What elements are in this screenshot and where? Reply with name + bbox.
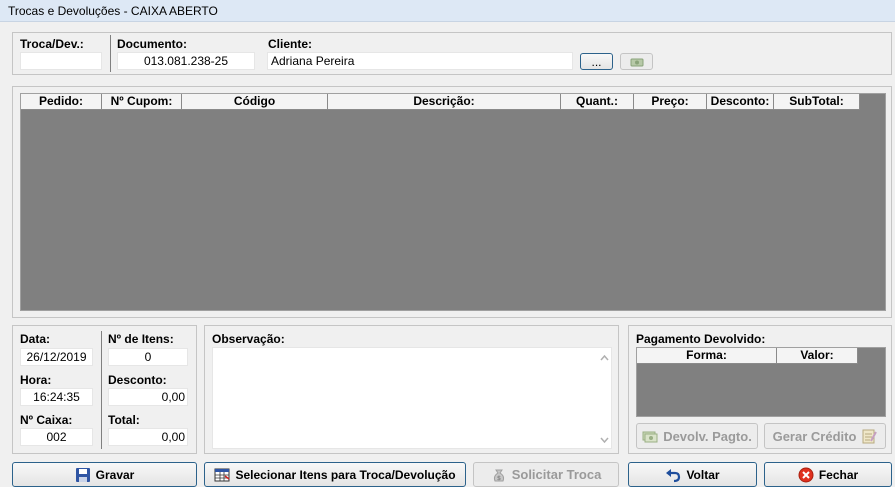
title-bar: Trocas e Devoluções - CAIXA ABERTO — [0, 0, 895, 22]
close-icon — [798, 467, 814, 483]
client-card-icon — [629, 54, 645, 70]
devolver-pagamento-label: Devolv. Pagto. — [663, 428, 752, 444]
header-divider — [110, 35, 111, 72]
troca-label: Troca/Dev.: — [20, 37, 84, 51]
observacao-scrollbar[interactable] — [598, 348, 611, 448]
itens-field: 0 — [108, 348, 188, 366]
pagamento-panel: Pagamento Devolvido: Forma: Valor: Devol… — [628, 325, 892, 454]
pagamento-grid-header: Forma: Valor: — [637, 348, 858, 364]
cliente-label: Cliente: — [268, 37, 313, 51]
caixa-label: Nº Caixa: — [20, 413, 73, 427]
column-subtotal[interactable]: SubTotal: — [774, 94, 860, 110]
gravar-label: Gravar — [95, 467, 135, 482]
items-grid[interactable]: Pedido: Nº Cupom: Código Descrição: Quan… — [20, 93, 886, 311]
documento-field[interactable]: 013.081.238-25 — [117, 52, 255, 70]
column-quantidade[interactable]: Quant.: — [561, 94, 634, 110]
summary-divider — [101, 331, 102, 449]
desconto-label: Desconto: — [108, 373, 167, 387]
itens-label: Nº de Itens: — [108, 332, 174, 346]
caixa-field: 002 — [20, 428, 93, 446]
documento-label: Documento: — [117, 37, 187, 51]
pagamento-label: Pagamento Devolvido: — [636, 332, 766, 346]
hora-field: 16:24:35 — [20, 388, 93, 406]
voltar-button[interactable]: Voltar — [628, 462, 757, 487]
fechar-button[interactable]: Fechar — [764, 462, 892, 487]
selecionar-itens-button[interactable]: Selecionar Itens para Troca/Devolução — [204, 462, 466, 487]
window-title: Trocas e Devoluções - CAIXA ABERTO — [8, 4, 218, 18]
solicitar-troca-label: Solicitar Troca — [511, 467, 602, 482]
save-icon — [75, 467, 91, 483]
table-icon — [214, 467, 230, 483]
gerar-credito-button[interactable]: Gerar Crédito — [764, 423, 886, 449]
column-pedido[interactable]: Pedido: — [21, 94, 102, 110]
selecionar-itens-label: Selecionar Itens para Troca/Devolução — [235, 467, 456, 482]
column-descricao[interactable]: Descrição: — [328, 94, 561, 110]
cliente-field[interactable]: Adriana Pereira — [267, 52, 573, 70]
money-bag-icon: $ — [491, 467, 507, 483]
undo-arrow-icon — [665, 467, 681, 483]
header-panel: Troca/Dev.: Documento: 013.081.238-25 Cl… — [12, 32, 892, 75]
column-desconto[interactable]: Desconto: — [707, 94, 774, 110]
items-grid-header: Pedido: Nº Cupom: Código Descrição: Quan… — [21, 94, 860, 110]
client-details-button[interactable] — [620, 53, 653, 70]
browse-label: ... — [591, 54, 602, 69]
search-client-button[interactable]: ... — [580, 53, 613, 70]
total-label: Total: — [108, 413, 140, 427]
pagamento-grid[interactable]: Forma: Valor: — [636, 347, 886, 417]
scroll-up-icon[interactable] — [598, 352, 611, 362]
troca-field[interactable] — [20, 52, 102, 70]
observacao-panel: Observação: — [204, 325, 619, 454]
column-preco[interactable]: Preço: — [634, 94, 707, 110]
data-label: Data: — [20, 332, 51, 346]
svg-text:$: $ — [497, 475, 501, 482]
observacao-label: Observação: — [212, 332, 285, 346]
scroll-down-icon[interactable] — [598, 434, 611, 444]
observacao-textarea[interactable] — [212, 347, 612, 449]
data-field: 26/12/2019 — [20, 348, 93, 366]
column-valor[interactable]: Valor: — [777, 348, 858, 364]
gerar-credito-label: Gerar Crédito — [772, 428, 857, 444]
hora-label: Hora: — [20, 373, 52, 387]
money-icon — [642, 428, 658, 444]
devolver-pagamento-button[interactable]: Devolv. Pagto. — [636, 423, 758, 449]
total-field: 0,00 — [108, 428, 188, 446]
gravar-button[interactable]: Gravar — [12, 462, 197, 487]
column-forma[interactable]: Forma: — [637, 348, 777, 364]
column-cupom[interactable]: Nº Cupom: — [102, 94, 182, 110]
column-codigo[interactable]: Código — [182, 94, 328, 110]
solicitar-troca-button[interactable]: $ Solicitar Troca — [473, 462, 619, 487]
desconto-field: 0,00 — [108, 388, 188, 406]
voltar-label: Voltar — [686, 467, 720, 482]
items-panel: Pedido: Nº Cupom: Código Descrição: Quan… — [12, 86, 892, 318]
notepad-icon — [861, 428, 878, 444]
summary-panel: Data: 26/12/2019 Hora: 16:24:35 Nº Caixa… — [12, 325, 197, 454]
fechar-label: Fechar — [818, 467, 859, 482]
